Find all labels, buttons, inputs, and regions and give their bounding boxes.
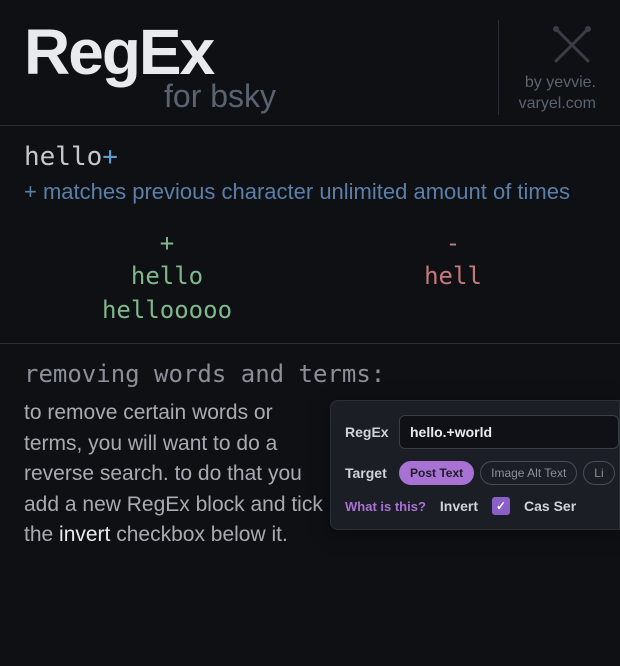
regex-input-row: RegEx — [345, 415, 619, 449]
app-title: RegEx — [24, 20, 276, 84]
byline-site: varyel.com — [519, 94, 596, 115]
match-columns: + hello hellooooo - hell — [24, 227, 596, 328]
knitting-needles-icon — [548, 21, 596, 69]
app-subtitle: for bsky — [164, 78, 276, 115]
regex-field-label: RegEx — [345, 424, 389, 440]
what-is-this-link[interactable]: What is this? — [345, 499, 426, 514]
pattern-base: hello — [24, 142, 102, 172]
negative-matches: - hell — [310, 227, 596, 328]
negative-header: - — [310, 227, 596, 261]
invert-checkbox[interactable]: ✓ — [492, 497, 510, 515]
target-label: Target — [345, 465, 389, 481]
section-body: to remove certain words or terms, you wi… — [24, 398, 334, 550]
positive-example: hello — [24, 260, 310, 294]
positive-matches: + hello hellooooo — [24, 227, 310, 328]
positive-example: hellooooo — [24, 294, 310, 328]
chip-post-text[interactable]: Post Text — [399, 461, 474, 485]
invert-label: Invert — [440, 498, 478, 514]
chip-image-alt[interactable]: Image Alt Text — [480, 461, 577, 485]
positive-header: + — [24, 227, 310, 261]
chip-link[interactable]: Li — [583, 461, 614, 485]
header: RegEx for bsky by yevvie. varyel.com — [0, 0, 620, 126]
section-title: removing words and terms: — [24, 360, 596, 388]
body-emphasis: invert — [59, 523, 110, 546]
explain-symbol: + — [24, 179, 37, 204]
body-part-2: checkbox below it. — [110, 523, 287, 546]
regex-config-panel: RegEx Target Post Text Image Alt Text Li… — [330, 400, 620, 530]
explain-text: matches previous character unlimited amo… — [37, 179, 570, 204]
pattern-plus: + — [102, 142, 118, 172]
removing-words-section: removing words and terms: to remove cert… — [0, 344, 620, 566]
target-chips: Post Text Image Alt Text Li — [399, 461, 615, 485]
regex-input[interactable] — [399, 415, 619, 449]
regex-demo-section: hello+ + matches previous character unli… — [0, 126, 620, 344]
title-block: RegEx for bsky — [24, 20, 276, 115]
case-sensitive-label: Cas Ser — [524, 498, 576, 515]
byline-author: by yevvie. — [525, 73, 596, 94]
regex-explanation: + matches previous character unlimited a… — [24, 178, 596, 207]
negative-example: hell — [310, 260, 596, 294]
byline-block: by yevvie. varyel.com — [498, 20, 600, 115]
panel-bottom-row: What is this? Invert ✓ Cas Ser — [345, 497, 619, 515]
regex-pattern: hello+ — [24, 142, 596, 172]
target-row: Target Post Text Image Alt Text Li — [345, 461, 619, 485]
